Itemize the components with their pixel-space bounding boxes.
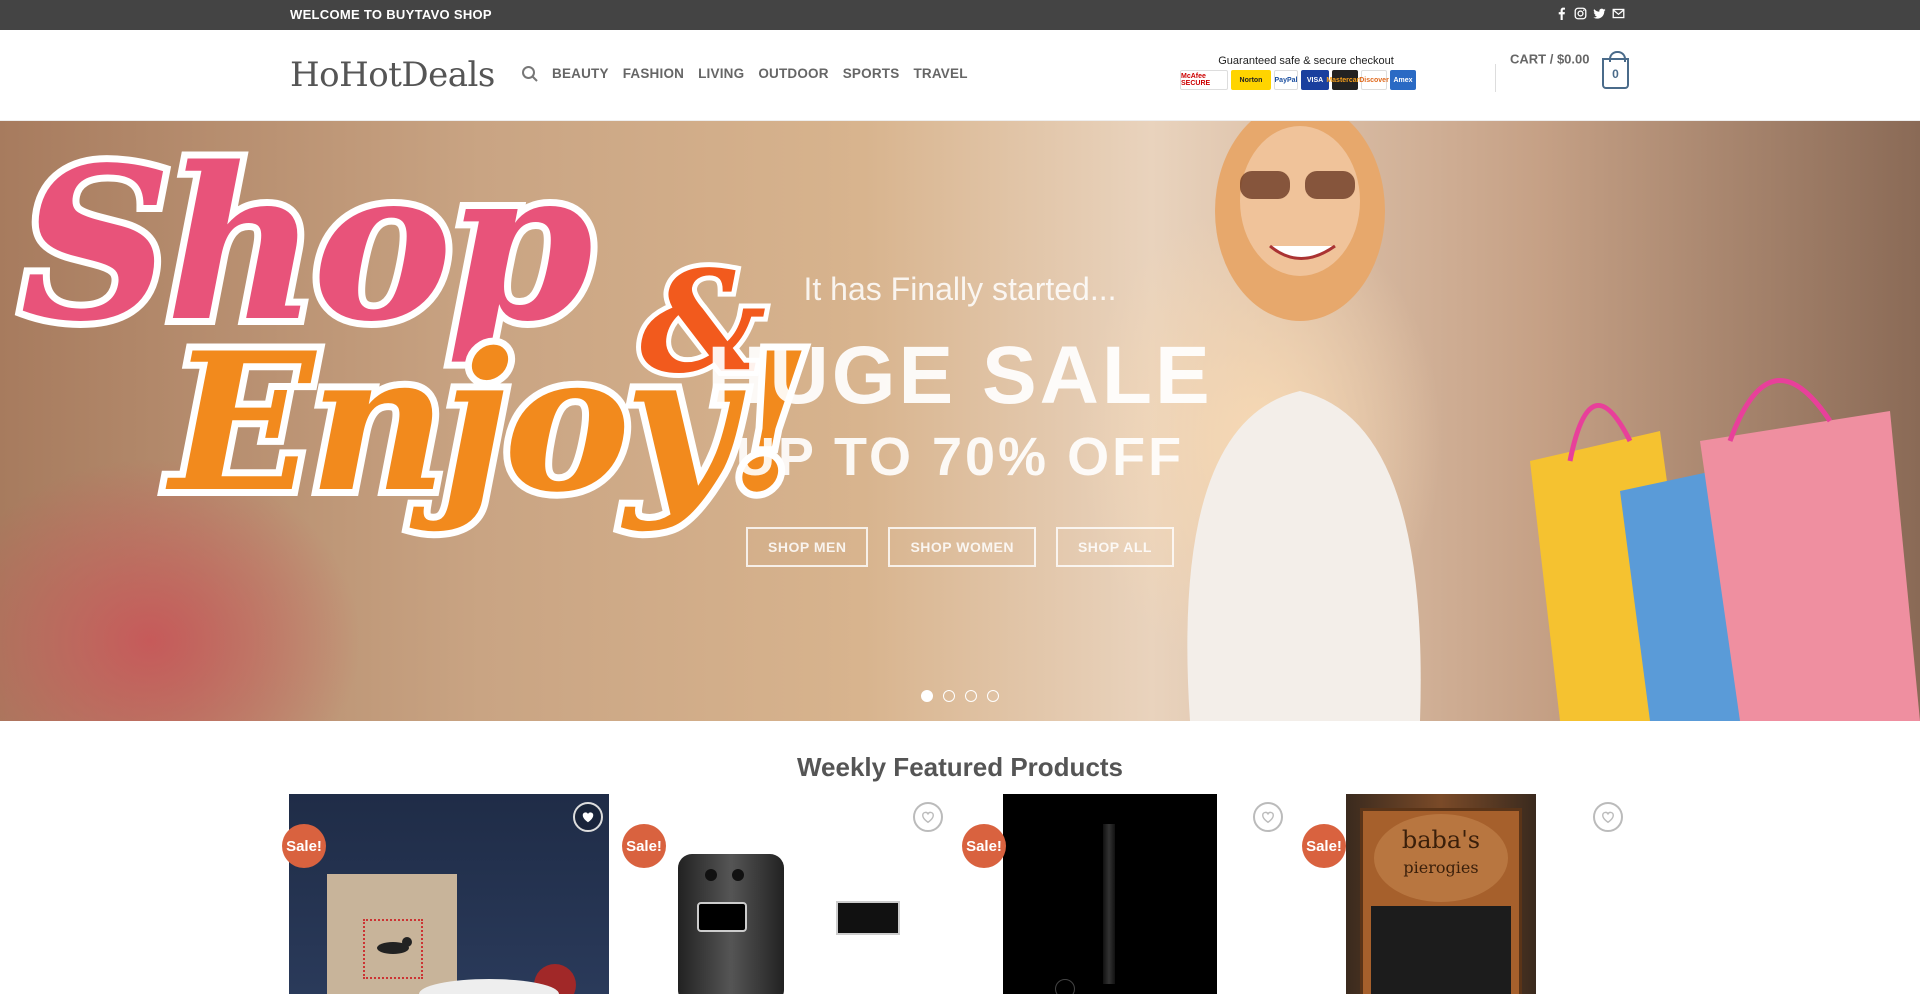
amex-badge: Amex [1390, 70, 1416, 90]
nav-outdoor[interactable]: OUTDOOR [758, 66, 828, 81]
discover-badge: Discover [1359, 70, 1389, 90]
site-logo[interactable]: HoHotDeals [290, 55, 495, 95]
product-image-text: pierogies [1403, 858, 1479, 877]
wishlist-heart-icon[interactable] [913, 802, 943, 832]
slider-dot-2[interactable] [943, 690, 955, 702]
nav-living[interactable]: LIVING [698, 66, 744, 81]
hero-slider[interactable]: Shop & Enjoy! It has Finally started... … [0, 121, 1920, 721]
norton-badge: Norton [1231, 70, 1271, 90]
product-image[interactable] [629, 794, 949, 994]
sale-badge: Sale! [622, 824, 666, 868]
nav-travel[interactable]: TRAVEL [913, 66, 967, 81]
wishlist-heart-icon[interactable] [1593, 802, 1623, 832]
cart-link[interactable]: CART / $0.00 [1510, 52, 1589, 67]
hero-headline: HUGE SALE [707, 330, 1213, 421]
header-divider [1495, 64, 1496, 92]
mastercard-badge: Mastercard [1326, 70, 1364, 90]
twitter-icon[interactable] [1593, 7, 1606, 20]
secure-checkout-badge: Guaranteed safe & secure checkout McAfee… [1180, 55, 1422, 95]
wishlist-heart-icon[interactable] [1253, 802, 1283, 832]
visa-badge: VISA [1301, 70, 1329, 90]
secure-checkout-caption: Guaranteed safe & secure checkout [1218, 55, 1394, 67]
nav-beauty[interactable]: BEAUTY [552, 66, 609, 81]
hero-buttons: SHOP MEN SHOP WOMEN SHOP ALL [0, 527, 1920, 567]
envelope-icon[interactable] [1612, 7, 1625, 20]
site-header: HoHotDeals BEAUTY FASHION LIVING OUTDOOR… [0, 30, 1920, 121]
welcome-text: WELCOME TO BUYTAVO SHOP [290, 7, 492, 22]
product-image[interactable] [1003, 794, 1217, 994]
search-icon[interactable] [521, 65, 539, 83]
nav-fashion[interactable]: FASHION [623, 66, 684, 81]
featured-products-grid: Sale! Sale! Sale! baba's pierogies Sale! [282, 794, 1629, 994]
product-card[interactable]: Sale! [282, 794, 609, 994]
top-bar: WELCOME TO BUYTAVO SHOP [0, 0, 1920, 30]
main-nav: BEAUTY FASHION LIVING OUTDOOR SPORTS TRA… [552, 66, 982, 81]
instagram-icon[interactable] [1574, 7, 1587, 20]
cart-count-icon[interactable]: 0 [1602, 51, 1629, 89]
hero-subheadline: UP TO 70% OFF [735, 427, 1185, 487]
sale-badge: Sale! [962, 824, 1006, 868]
slider-dot-3[interactable] [965, 690, 977, 702]
shop-all-button[interactable]: SHOP ALL [1055, 527, 1174, 567]
payment-logos: McAfee SECURE Norton PayPal VISA Masterc… [1180, 70, 1422, 90]
mcafee-badge: McAfee SECURE [1180, 70, 1228, 90]
social-links [1555, 7, 1625, 20]
product-image-text: baba's [1401, 826, 1481, 854]
shop-men-button[interactable]: SHOP MEN [746, 527, 869, 567]
product-image[interactable] [289, 794, 609, 994]
sale-badge: Sale! [282, 824, 326, 868]
product-image[interactable]: baba's pierogies [1346, 794, 1536, 994]
nav-sports[interactable]: SPORTS [843, 66, 900, 81]
product-card[interactable]: Sale! [962, 794, 1289, 994]
product-card[interactable]: Sale! [622, 794, 949, 994]
paypal-badge: PayPal [1274, 70, 1298, 90]
slider-dot-4[interactable] [987, 690, 999, 702]
slider-dots [0, 690, 1920, 702]
featured-products-title: Weekly Featured Products [796, 752, 1124, 782]
slider-dot-1[interactable] [921, 690, 933, 702]
wishlist-heart-icon[interactable] [573, 802, 603, 832]
sale-badge: Sale! [1302, 824, 1346, 868]
product-card[interactable]: baba's pierogies Sale! [1302, 794, 1629, 994]
shop-women-button[interactable]: SHOP WOMEN [888, 527, 1036, 567]
facebook-icon[interactable] [1555, 7, 1568, 20]
hero-tagline: It has Finally started... [803, 271, 1117, 307]
